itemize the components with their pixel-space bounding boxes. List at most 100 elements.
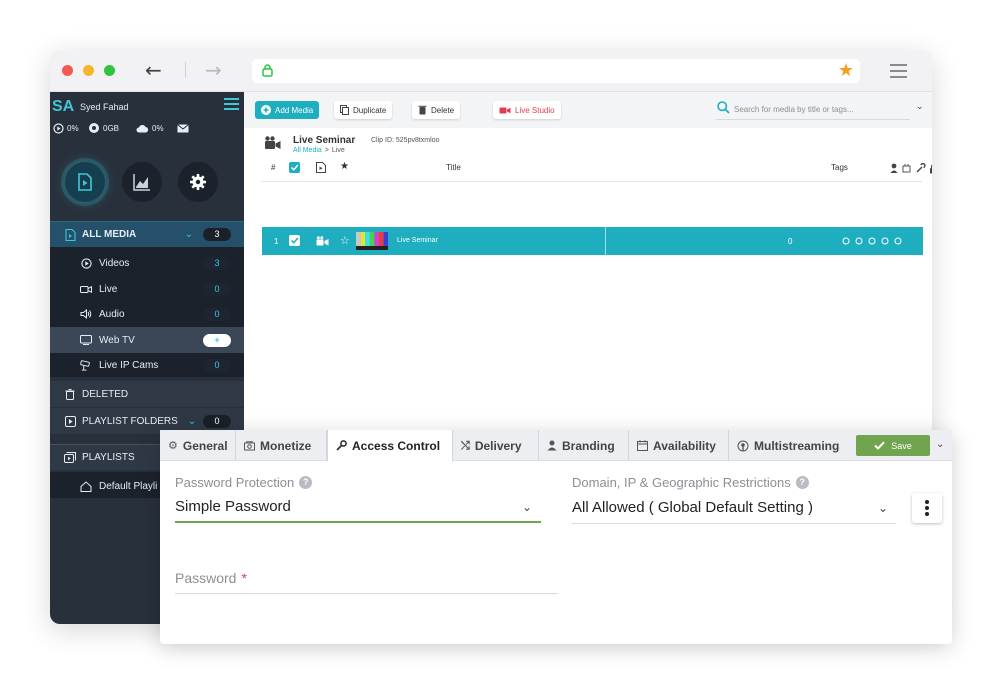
- active-field-underline: [175, 521, 541, 523]
- ip-cam-icon: [80, 359, 92, 371]
- tab-monetize[interactable]: Monetize: [236, 430, 327, 461]
- settings-nav-button[interactable]: [178, 162, 218, 202]
- column-title: Title: [446, 163, 461, 172]
- sidebar-item-label: Live IP Cams: [99, 359, 159, 371]
- stat-bandwidth: 0%: [136, 121, 164, 135]
- row-checkbox[interactable]: [289, 235, 300, 246]
- tab-general[interactable]: ⚙ General: [160, 430, 236, 461]
- chevron-down-icon[interactable]: ⌄: [522, 500, 532, 514]
- stat-mail[interactable]: [177, 121, 189, 135]
- chevron-down-icon[interactable]: ⌄: [183, 229, 195, 241]
- help-icon[interactable]: ?: [795, 476, 809, 489]
- column-index: #: [271, 163, 276, 172]
- trash-icon: [418, 105, 427, 115]
- more-options-button[interactable]: [912, 493, 942, 523]
- address-bar[interactable]: ★: [252, 59, 860, 83]
- search-options-chevron-icon[interactable]: ⌄: [916, 102, 924, 112]
- password-protection-select[interactable]: Simple Password: [175, 498, 291, 515]
- live-media-icon: [316, 236, 329, 246]
- domain-restrictions-select[interactable]: All Allowed ( Global Default Setting ): [572, 499, 813, 516]
- password-protection-label: Password Protection ?: [175, 475, 313, 490]
- tab-branding[interactable]: Branding: [539, 430, 629, 461]
- row-tags-count: 0: [788, 237, 793, 246]
- chevron-down-icon[interactable]: ⌄: [186, 415, 198, 427]
- duplicate-icon: [340, 105, 349, 115]
- domain-restrictions-label: Domain, IP & Geographic Restrictions ?: [572, 475, 809, 490]
- cloud-icon: [136, 124, 149, 132]
- password-input[interactable]: [175, 566, 557, 588]
- tab-availability[interactable]: Availability: [629, 430, 729, 461]
- playlists-icon: [64, 452, 76, 464]
- select-all-checkbox[interactable]: [289, 162, 300, 173]
- add-web-tv-button[interactable]: +: [203, 333, 231, 347]
- breadcrumb-live: Live: [331, 147, 345, 154]
- tab-delivery[interactable]: ⤭ Delivery: [453, 430, 539, 461]
- breadcrumb-all-media[interactable]: All Media: [293, 147, 322, 154]
- close-window-button[interactable]: [62, 65, 73, 76]
- sidebar-item-live[interactable]: Live 0: [50, 276, 244, 302]
- row-title[interactable]: Live Seminar: [397, 237, 438, 244]
- stat-value: 0GB: [103, 123, 120, 133]
- avatar[interactable]: SA: [52, 98, 74, 116]
- minimize-window-button[interactable]: [83, 65, 94, 76]
- tab-multistreaming[interactable]: Multistreaming: [729, 430, 851, 461]
- media-nav-button[interactable]: [65, 162, 105, 202]
- table-row[interactable]: 1 ☆ Live Seminar 0: [262, 227, 923, 255]
- clip-id: Clip ID: 525pv8txmloo: [371, 137, 440, 144]
- browser-menu-icon[interactable]: [890, 64, 907, 78]
- add-media-label: Add Media: [275, 105, 314, 115]
- home-icon: [80, 480, 92, 492]
- user-name: Syed Fahad: [80, 102, 129, 112]
- stat-value: 0%: [152, 123, 164, 133]
- live-studio-button[interactable]: Live Studio: [493, 101, 561, 119]
- add-media-button[interactable]: Add Media: [255, 101, 320, 119]
- back-arrow-icon[interactable]: ←: [145, 60, 162, 80]
- tv-icon: [80, 334, 92, 346]
- save-options-chevron-icon[interactable]: ⌄: [936, 439, 944, 450]
- key-icon: [336, 440, 347, 451]
- item-count-badge: 0: [203, 307, 231, 321]
- live-studio-label: Live Studio: [515, 105, 555, 115]
- item-count-badge: 0: [203, 358, 231, 372]
- page: ← → ★ SA Syed Fahad 0% 0GB 0% ALL MEDIA …: [0, 0, 983, 675]
- item-count-badge: 3: [203, 228, 231, 241]
- sidebar-item-deleted[interactable]: DELETED: [50, 381, 244, 407]
- sidebar-item-web-tv[interactable]: Web TV +: [50, 327, 244, 353]
- media-toolbar: Add Media Duplicate Delete Live Studio S…: [244, 92, 932, 128]
- chevron-down-icon[interactable]: ⌄: [878, 501, 888, 515]
- field-underline: [572, 523, 896, 524]
- forward-arrow-icon[interactable]: →: [205, 60, 222, 80]
- bookmark-star-icon[interactable]: ★: [838, 60, 854, 82]
- sidebar-item-live-ip-cams[interactable]: Live IP Cams 0: [50, 352, 244, 378]
- search-input[interactable]: [734, 101, 906, 117]
- help-icon[interactable]: ?: [299, 476, 313, 489]
- save-label: Save: [891, 440, 912, 451]
- media-icon: [78, 173, 92, 191]
- sidebar-item-label: Default Playli: [99, 480, 158, 492]
- sidebar-item-audio[interactable]: Audio 0: [50, 301, 244, 327]
- sidebar-item-label: PLAYLIST FOLDERS: [82, 415, 178, 427]
- sidebar-item-videos[interactable]: Videos 3: [50, 250, 244, 276]
- person-icon: [547, 440, 557, 451]
- play-circle-icon: [53, 122, 64, 134]
- sidebar-item-all-media[interactable]: ALL MEDIA ⌄ 3: [50, 221, 244, 247]
- delete-button[interactable]: Delete: [412, 101, 461, 119]
- tab-access-control[interactable]: Access Control: [327, 430, 453, 462]
- duplicate-button[interactable]: Duplicate: [334, 101, 393, 119]
- save-button[interactable]: Save: [856, 435, 930, 456]
- media-type-column-icon: [316, 162, 326, 173]
- tab-label: Monetize: [260, 438, 312, 453]
- media-file-icon: [64, 228, 76, 241]
- analytics-nav-button[interactable]: [122, 162, 162, 202]
- play-circle-icon: [80, 257, 92, 269]
- gear-icon: ⚙: [168, 439, 178, 452]
- item-count-badge: 0: [203, 282, 231, 296]
- maximize-window-button[interactable]: [104, 65, 115, 76]
- duplicate-label: Duplicate: [353, 105, 387, 115]
- nav-divider: [185, 62, 186, 78]
- thumbnail-color-bars-icon[interactable]: [356, 232, 388, 250]
- sidebar-menu-icon[interactable]: [224, 98, 239, 110]
- tab-label: Multistreaming: [754, 438, 840, 453]
- media-search[interactable]: [716, 98, 910, 120]
- favorite-star-icon[interactable]: ☆: [340, 234, 350, 247]
